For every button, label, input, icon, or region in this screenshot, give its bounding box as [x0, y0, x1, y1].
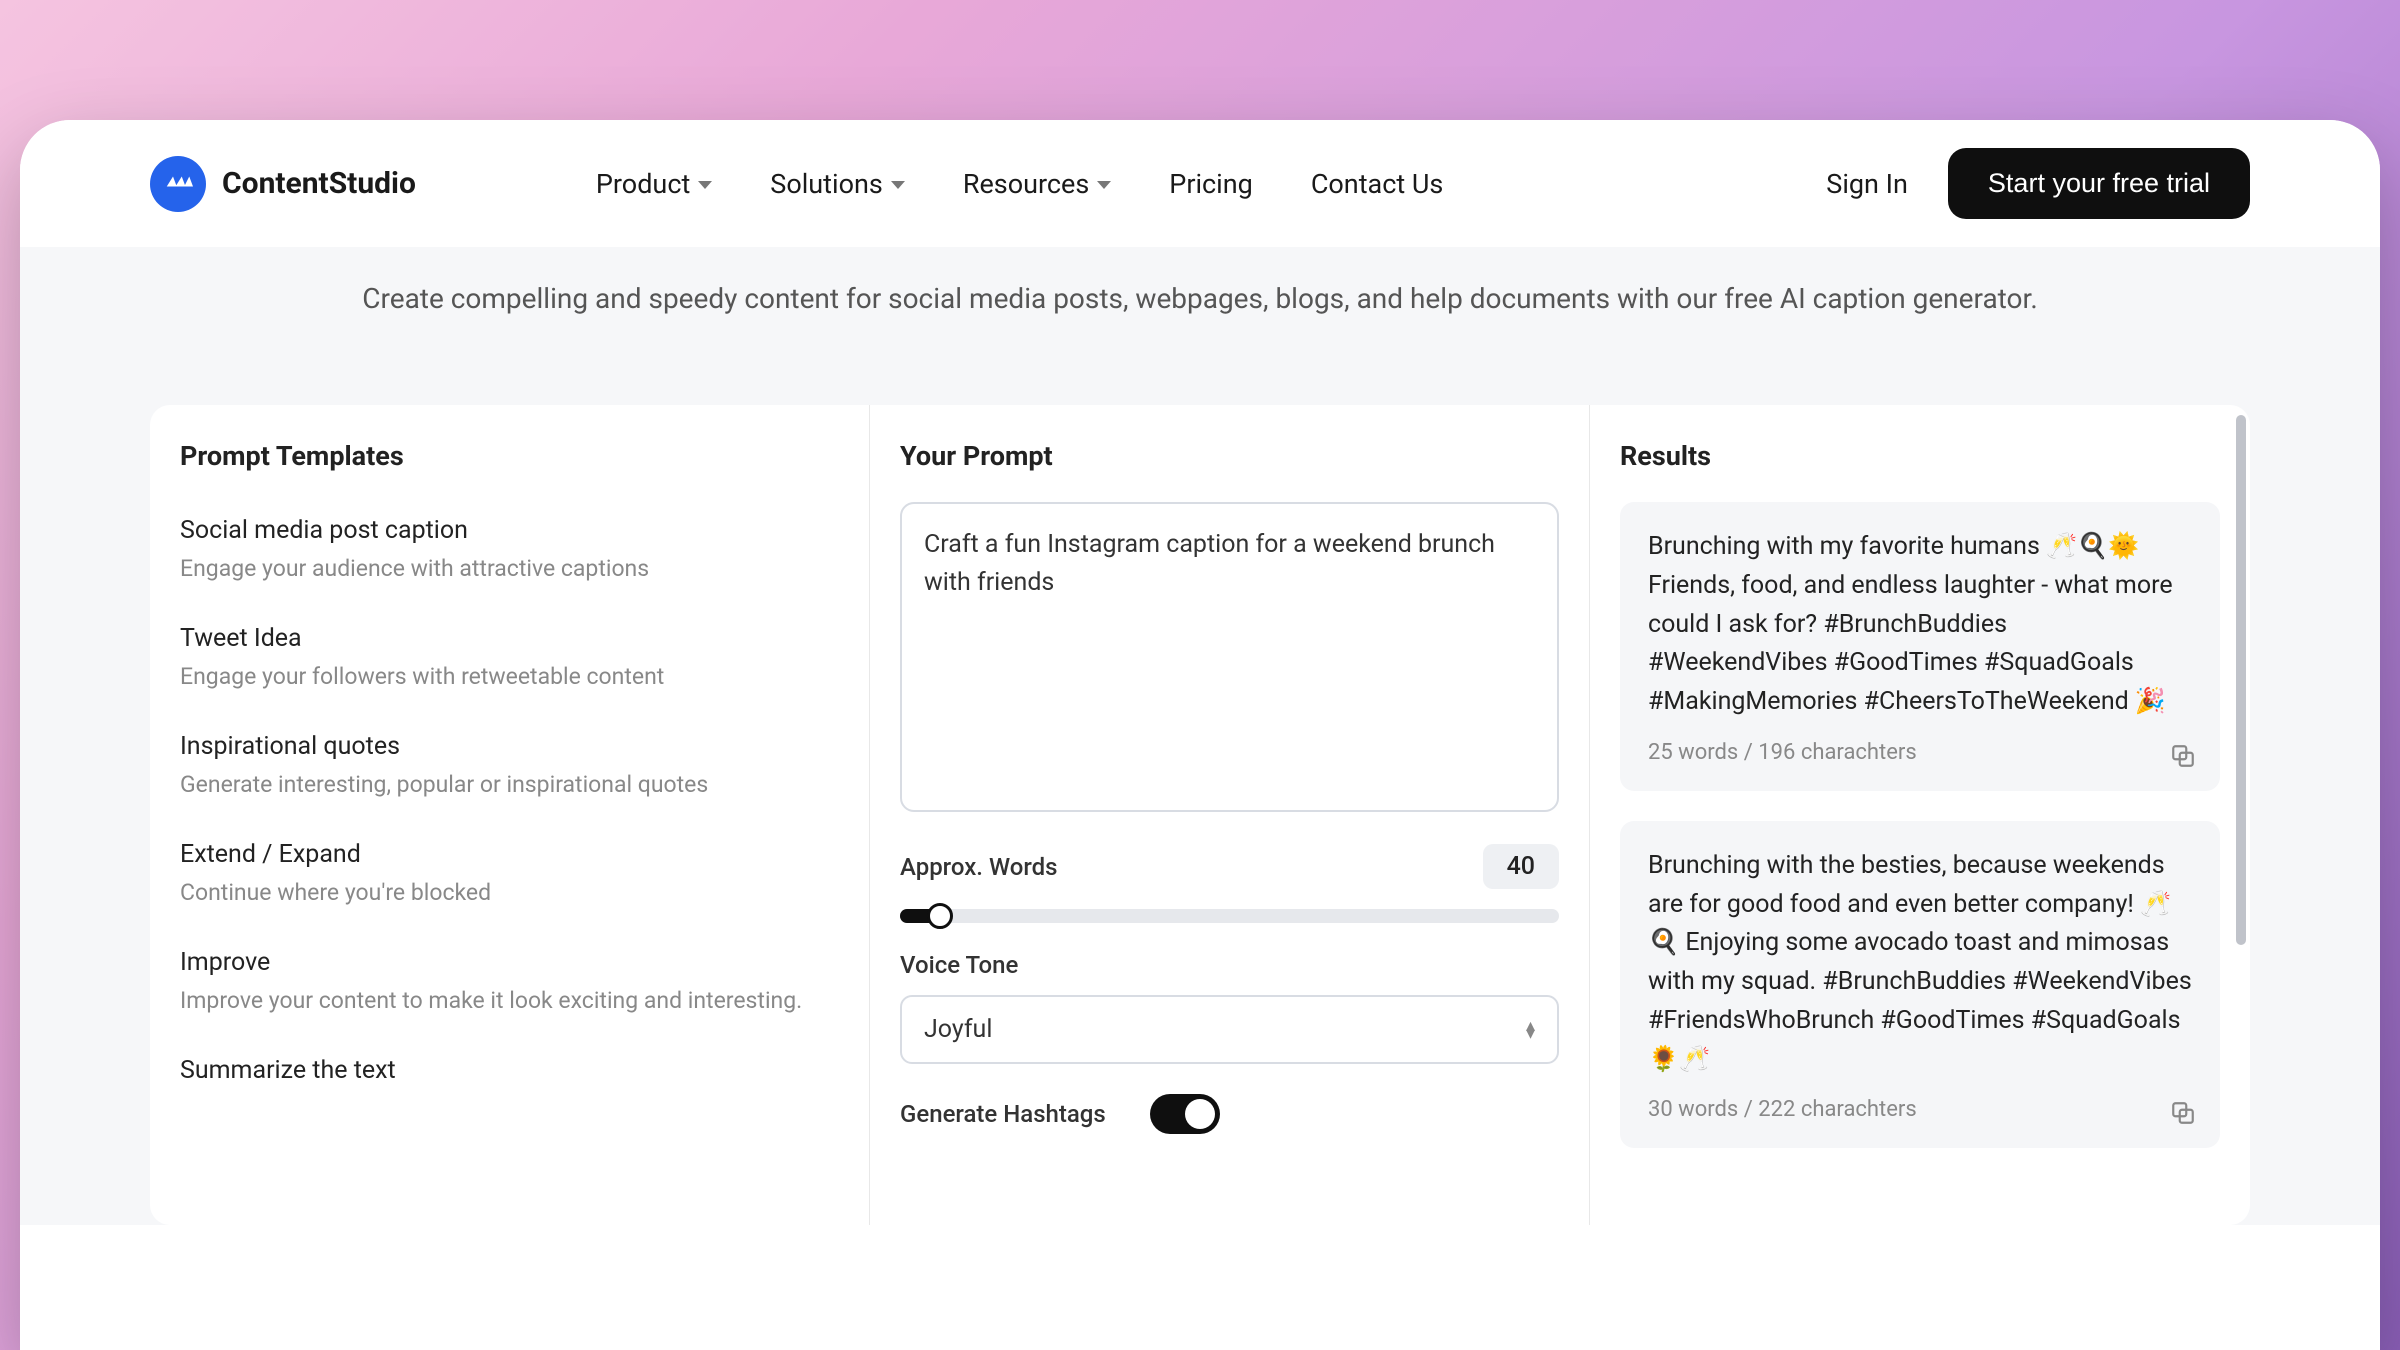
voice-tone-select[interactable]: Joyful ▴▾	[900, 995, 1559, 1064]
template-desc: Continue where you're blocked	[180, 879, 839, 906]
page-subtitle: Create compelling and speedy content for…	[20, 247, 2380, 405]
prompt-textarea[interactable]	[900, 502, 1559, 812]
main-nav: Product Solutions Resources Pricing Cont…	[596, 168, 1443, 200]
result-meta: 30 words / 222 charachters	[1648, 1097, 2192, 1122]
voice-tone-row: Voice Tone Joyful ▴▾	[900, 951, 1559, 1064]
nav-contact[interactable]: Contact Us	[1311, 168, 1444, 200]
results-title: Results	[1620, 440, 2220, 472]
nav-label: Resources	[963, 168, 1089, 200]
templates-title: Prompt Templates	[180, 440, 839, 472]
voice-tone-label: Voice Tone	[900, 951, 1559, 979]
toggle-knob	[1185, 1099, 1215, 1129]
result-text: Brunching with the besties, because week…	[1648, 847, 2192, 1080]
approx-words-row: Approx. Words 40	[900, 844, 1559, 889]
header: ContentStudio Product Solutions Resource…	[20, 120, 2380, 247]
template-title: Tweet Idea	[180, 624, 839, 653]
brand[interactable]: ContentStudio	[150, 156, 416, 212]
template-improve[interactable]: Improve Improve your content to make it …	[180, 934, 839, 1042]
signin-link[interactable]: Sign In	[1826, 168, 1908, 200]
template-title: Improve	[180, 948, 839, 977]
panels: Prompt Templates Social media post capti…	[150, 405, 2250, 1225]
main-content: Prompt Templates Social media post capti…	[20, 405, 2380, 1225]
template-desc: Improve your content to make it look exc…	[180, 987, 839, 1014]
result-card: Brunching with the besties, because week…	[1620, 821, 2220, 1149]
prompt-column: Your Prompt Approx. Words 40 Voice Tone …	[870, 405, 1590, 1225]
updown-caret-icon: ▴▾	[1526, 1022, 1535, 1038]
template-title: Inspirational quotes	[180, 732, 839, 761]
template-title: Social media post caption	[180, 516, 839, 545]
chevron-down-icon	[698, 181, 712, 189]
template-desc: Engage your followers with retweetable c…	[180, 663, 839, 690]
nav-label: Solutions	[770, 168, 883, 200]
nav-solutions[interactable]: Solutions	[770, 168, 905, 200]
nav-label: Product	[596, 168, 690, 200]
template-social-caption[interactable]: Social media post caption Engage your au…	[180, 502, 839, 610]
template-tweet-idea[interactable]: Tweet Idea Engage your followers with re…	[180, 610, 839, 718]
approx-words-value: 40	[1483, 844, 1559, 889]
brand-logo-icon	[150, 156, 206, 212]
template-extend-expand[interactable]: Extend / Expand Continue where you're bl…	[180, 826, 839, 934]
nav-label: Pricing	[1169, 168, 1253, 200]
nav-label: Contact Us	[1311, 168, 1444, 200]
prompt-title: Your Prompt	[900, 440, 1559, 472]
template-inspirational-quotes[interactable]: Inspirational quotes Generate interestin…	[180, 718, 839, 826]
results-column: Results Brunching with my favorite human…	[1590, 405, 2250, 1225]
nav-product[interactable]: Product	[596, 168, 712, 200]
voice-tone-value: Joyful	[924, 1015, 992, 1044]
templates-column: Prompt Templates Social media post capti…	[150, 405, 870, 1225]
template-desc: Engage your audience with attractive cap…	[180, 555, 839, 582]
hashtags-label: Generate Hashtags	[900, 1100, 1106, 1128]
result-text: Brunching with my favorite humans 🥂🍳🌞 Fr…	[1648, 528, 2192, 722]
hashtags-row: Generate Hashtags	[900, 1094, 1220, 1134]
chevron-down-icon	[1097, 181, 1111, 189]
brand-name: ContentStudio	[222, 166, 416, 201]
chevron-down-icon	[891, 181, 905, 189]
result-meta: 25 words / 196 charachters	[1648, 740, 2192, 765]
template-title: Extend / Expand	[180, 840, 839, 869]
copy-icon[interactable]	[2170, 1100, 2196, 1126]
approx-words-label: Approx. Words	[900, 853, 1057, 881]
start-trial-button[interactable]: Start your free trial	[1948, 148, 2250, 219]
result-card: Brunching with my favorite humans 🥂🍳🌞 Fr…	[1620, 502, 2220, 791]
app-window: ContentStudio Product Solutions Resource…	[20, 120, 2380, 1350]
results-scrollbar[interactable]	[2236, 415, 2246, 945]
template-summarize[interactable]: Summarize the text	[180, 1042, 839, 1123]
approx-words-slider[interactable]	[900, 909, 1559, 923]
header-right: Sign In Start your free trial	[1826, 148, 2250, 219]
nav-pricing[interactable]: Pricing	[1169, 168, 1253, 200]
slider-thumb[interactable]	[927, 903, 953, 929]
template-desc: Generate interesting, popular or inspira…	[180, 771, 839, 798]
template-title: Summarize the text	[180, 1056, 839, 1085]
nav-resources[interactable]: Resources	[963, 168, 1111, 200]
copy-icon[interactable]	[2170, 743, 2196, 769]
hashtags-toggle[interactable]	[1150, 1094, 1220, 1134]
